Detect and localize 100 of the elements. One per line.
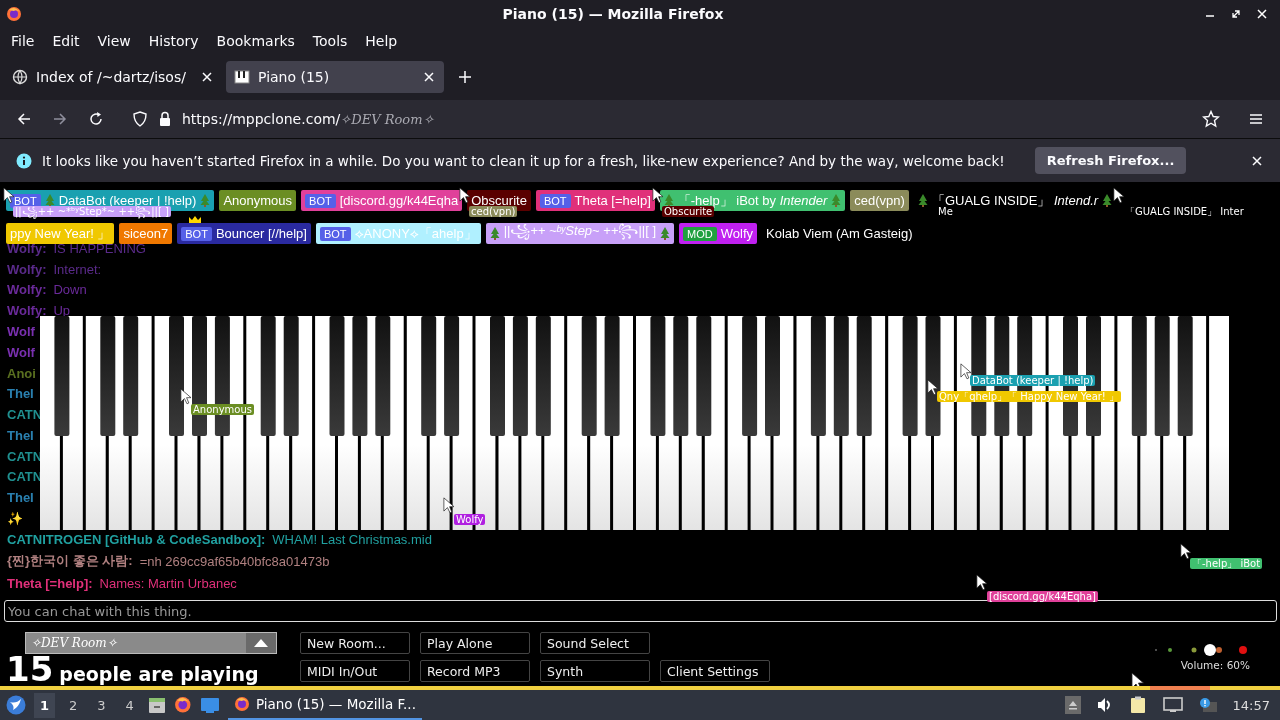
bookmark-star-icon[interactable]	[1202, 110, 1220, 128]
role-badge: BOT	[319, 226, 351, 241]
chat-author: CATNITROGEN [GitHub & CodeSandbox]:	[7, 532, 266, 548]
menu-button[interactable]: Synth	[540, 660, 650, 682]
participant-tag[interactable]: ced(vpn)	[850, 190, 909, 211]
piano-keyboard[interactable]	[40, 316, 1232, 530]
clipboard-icon[interactable]	[1128, 696, 1147, 714]
shield-icon[interactable]	[132, 111, 148, 127]
refresh-button[interactable]: Refresh Firefox...	[1034, 147, 1187, 174]
browser-tab[interactable]: Index of /~dartz/isos/	[4, 61, 222, 93]
notification-message: It looks like you haven’t started Firefox in a while. Do you want to clean it up for a fresh, like-new experience? And by the way, welcome back!	[42, 152, 1005, 169]
menu-item[interactable]: History	[139, 31, 208, 51]
participant-tag[interactable]: MOD Wolfy	[679, 223, 758, 244]
firefox-icon	[233, 696, 250, 712]
chat-author: {찐}한국이 좋은 사람:	[7, 552, 133, 571]
restore-icon[interactable]	[1230, 8, 1242, 20]
eject-icon[interactable]	[1064, 696, 1081, 714]
firefox-icon[interactable]	[173, 696, 192, 714]
close-icon[interactable]	[1256, 8, 1268, 20]
piano-icon	[234, 69, 250, 85]
cursor-icon	[976, 574, 987, 591]
chat-author: Wolfy:	[7, 282, 47, 298]
start-menu-icon[interactable]	[6, 695, 26, 715]
chat-author: TheI	[7, 427, 34, 443]
speaker-icon[interactable]	[1096, 697, 1113, 713]
chat-author: TheI	[7, 386, 34, 402]
cursor-tooltip: Wolfy	[454, 514, 486, 525]
cursor-icon	[960, 363, 971, 380]
clock: 14:57	[1232, 697, 1271, 713]
player-count-label: people are playing	[59, 663, 259, 685]
menu-item[interactable]: Bookmarks	[207, 31, 304, 51]
menu-button[interactable]: MIDI In/Out	[300, 660, 410, 682]
cursor-icon	[1113, 187, 1124, 204]
role-badge: MOD	[683, 226, 717, 241]
volume-reading: Volume: 60%	[1180, 659, 1250, 671]
reload-icon[interactable]	[88, 111, 104, 127]
role-badge: BOT	[10, 193, 41, 208]
cursor-tooltip: Qny「qhelp」「 Happy New Year! 」	[937, 391, 1122, 402]
file-cabinet-icon[interactable]	[147, 696, 166, 714]
workspace-button[interactable]: 3	[91, 692, 112, 718]
cursor-tooltip: 「-help」 iBot	[1190, 558, 1263, 569]
cursor-tooltip: ||꧁++ ~*ᵇʸStep*~ ++꧂||[ ]	[13, 206, 171, 217]
chat-message: Internet:	[53, 261, 102, 277]
cursor-tooltip: DataBot (keeper | !help)	[970, 375, 1096, 386]
workspace-button[interactable]: 4	[119, 692, 140, 718]
chat-message: Names: Martin Urbanec	[99, 575, 237, 591]
workspace-button[interactable]: 1	[34, 692, 56, 718]
close-icon[interactable]	[1250, 153, 1264, 168]
participant-tag[interactable]: BOT [discord.gg/k44Eqha	[301, 190, 463, 211]
forward-icon[interactable]	[52, 111, 68, 127]
caret-up-icon[interactable]	[246, 633, 276, 653]
chat-author: Wolf	[7, 323, 35, 339]
menu-item[interactable]: View	[88, 31, 140, 51]
cursor-icon	[459, 187, 470, 204]
menu-button[interactable]: Record MP3	[420, 660, 530, 682]
close-icon[interactable]	[200, 70, 214, 84]
chat-author: Anoi	[7, 365, 36, 381]
role-badge: BOT	[305, 193, 336, 208]
taskbar-window[interactable]: Piano (15) — Mozilla F...	[227, 690, 422, 720]
chat-message: Down	[53, 282, 87, 298]
participant-tag[interactable]: BOT Bouncer [//help]	[177, 223, 311, 244]
role-badge: BOT	[181, 226, 212, 241]
menu-item[interactable]: Edit	[43, 31, 89, 51]
menu-button[interactable]: Client Settings	[660, 660, 770, 682]
browser-tab[interactable]: Piano (15)	[226, 61, 444, 93]
cursor-icon	[3, 187, 14, 204]
cursor-tooltip: Anonymous	[191, 404, 254, 415]
new-tab-icon[interactable]	[458, 70, 472, 84]
chat-author: TheI	[7, 490, 34, 506]
menu-item[interactable]: Tools	[303, 31, 357, 51]
menu-button[interactable]: Play Alone	[420, 632, 530, 654]
menu-icon[interactable]	[1248, 111, 1264, 127]
chat-author: ✨	[7, 510, 23, 526]
slider-thumb[interactable]	[1204, 644, 1216, 656]
close-icon[interactable]	[422, 70, 436, 84]
menu-button[interactable]: New Room...	[300, 632, 410, 654]
cursor-icon	[927, 379, 938, 396]
workspace-button[interactable]: 2	[63, 692, 84, 718]
participant-tag[interactable]: BOT Theta [=help]	[535, 190, 655, 211]
cursor-icon	[1180, 543, 1191, 560]
chat-message: WHAM! Last Christmas.mid	[272, 532, 432, 548]
cursor-tooltip: ced(vpn)	[469, 206, 518, 217]
cursor-tooltip: [discord.gg/k44Eqha]	[987, 591, 1098, 602]
firefox-icon	[6, 6, 22, 22]
chat-author: Wolfy:	[7, 261, 47, 277]
info-icon	[16, 152, 32, 169]
menu-item[interactable]: Help	[356, 31, 407, 51]
back-icon[interactable]	[16, 111, 32, 127]
cursor-icon	[652, 187, 663, 204]
chat-message: =nh 269cc9af65b40bfc8a01473b	[139, 553, 330, 569]
notification-icon[interactable]	[1198, 697, 1217, 713]
cursor-tooltip: Me	[936, 206, 955, 217]
player-count: 15	[6, 651, 54, 686]
lock-icon[interactable]	[158, 111, 172, 127]
menu-button[interactable]: Sound Select	[540, 632, 650, 654]
window-icon[interactable]	[199, 696, 220, 714]
participant-tag[interactable]: Anonymous	[219, 190, 297, 211]
participant-tag[interactable]: BOT ⟡ANONY⟡「ahelp」	[315, 223, 481, 244]
chat-author: Wolfy:	[7, 303, 47, 319]
menu-item[interactable]: File	[2, 31, 44, 51]
